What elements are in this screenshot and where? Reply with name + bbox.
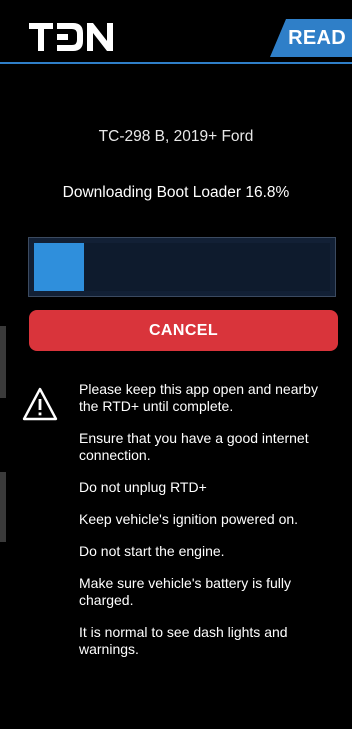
progress-fill bbox=[34, 243, 84, 291]
instruction-item: Keep vehicle's ignition powered on. bbox=[79, 511, 299, 527]
left-edge-divider bbox=[0, 326, 6, 398]
instruction-item: Make sure vehicle's battery is fully cha… bbox=[79, 575, 291, 608]
instructions-list: Please keep this app open and nearby the… bbox=[79, 381, 341, 673]
warning-triangle-icon bbox=[22, 387, 58, 421]
cancel-button[interactable]: CANCEL bbox=[29, 310, 338, 351]
instruction-item: Please keep this app open and nearby the… bbox=[79, 381, 318, 414]
app-header: READ bbox=[0, 0, 352, 64]
header-divider bbox=[0, 62, 352, 64]
device-name: TC-298 B, 2019+ Ford bbox=[98, 128, 254, 145]
instruction-item: It is normal to see dash lights and warn… bbox=[79, 624, 288, 657]
left-edge-divider bbox=[0, 472, 6, 542]
download-status: Downloading Boot Loader 16.8% bbox=[62, 184, 290, 201]
tdn-logo bbox=[29, 23, 113, 51]
instruction-item: Do not start the engine. bbox=[79, 543, 225, 559]
instruction-item: Ensure that you have a good internet con… bbox=[79, 430, 309, 463]
instruction-item: Do not unplug RTD+ bbox=[79, 479, 207, 495]
progress-track bbox=[34, 243, 330, 291]
read-tab[interactable]: READ bbox=[270, 19, 352, 57]
progress-bar bbox=[28, 237, 336, 297]
